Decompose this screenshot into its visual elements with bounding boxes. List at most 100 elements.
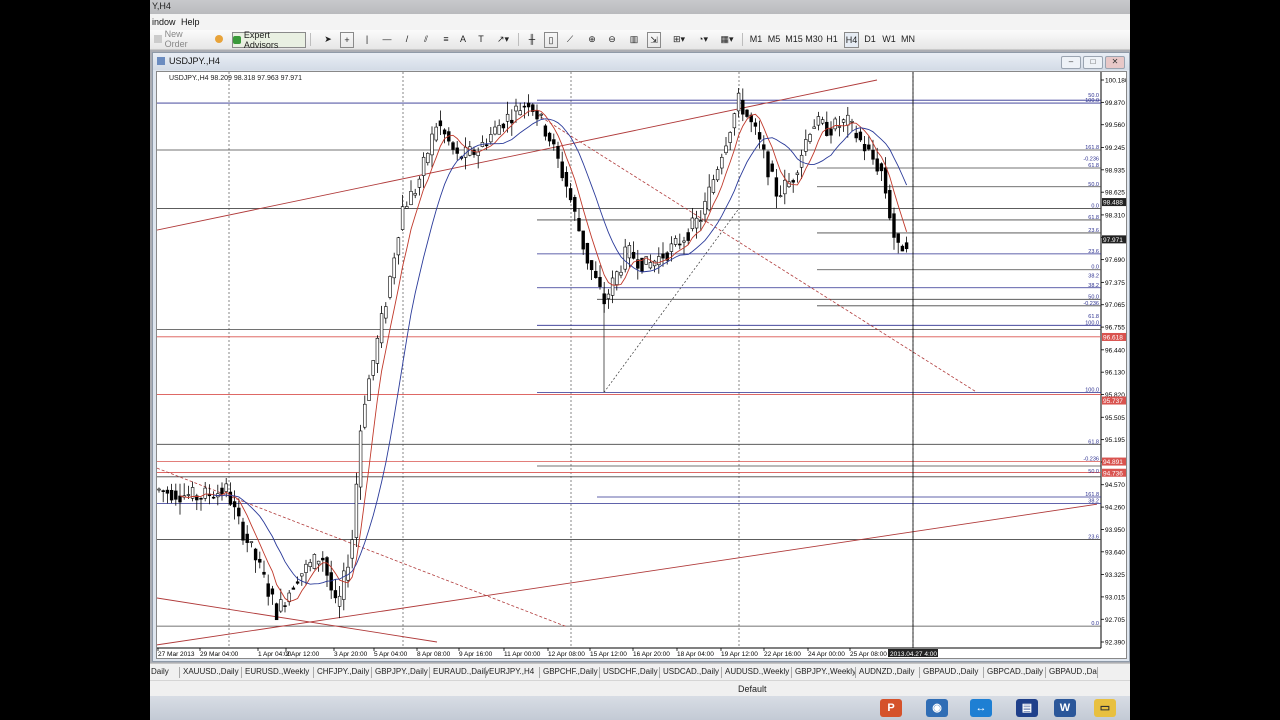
chart-canvas[interactable]: 100.180 99.870 99.560 99.245 98.935 98.625 98.… bbox=[157, 72, 1126, 658]
zoom-out-icon[interactable]: ⊖ bbox=[606, 32, 618, 46]
text-icon[interactable]: A bbox=[458, 32, 468, 46]
candle-body bbox=[774, 177, 779, 197]
tf-w1[interactable]: W1 bbox=[882, 32, 896, 46]
symbol-tab[interactable]: AUDUSD.,Weekly bbox=[725, 667, 789, 676]
menu-help[interactable]: Help bbox=[181, 17, 200, 27]
candle-body bbox=[694, 217, 699, 229]
symbol-tab[interactable]: USDCHF.,Daily bbox=[603, 667, 658, 676]
tf-m1[interactable]: M1 bbox=[750, 32, 763, 46]
periods-icon[interactable]: ◔▾ bbox=[694, 32, 712, 46]
candle-body bbox=[258, 558, 262, 563]
autoscroll-icon[interactable]: ⇲ bbox=[647, 32, 661, 48]
tf-h1[interactable]: H1 bbox=[826, 32, 838, 46]
symbol-tab[interactable]: CHFJPY.,Daily bbox=[317, 667, 369, 676]
maximize-icon[interactable]: □ bbox=[1083, 56, 1103, 69]
vertical-line-icon[interactable]: | bbox=[362, 32, 372, 46]
chrome-icon[interactable]: ◉ bbox=[926, 699, 948, 717]
symbol-tab[interactable]: XAUUSD.,Daily bbox=[183, 667, 239, 676]
new-order-button[interactable]: New Order bbox=[154, 29, 206, 49]
candle-body bbox=[850, 121, 854, 123]
candle-body bbox=[757, 132, 762, 140]
indicators-icon[interactable]: ⊞▾ bbox=[670, 32, 688, 46]
expert-advisors-button[interactable]: Expert Advisors bbox=[232, 30, 306, 50]
candle-body bbox=[795, 172, 800, 175]
price-tick-label: 99.560 bbox=[1105, 122, 1125, 129]
fibonacci-icon[interactable]: ≡ bbox=[440, 32, 452, 46]
line-chart-icon[interactable]: ⟋ bbox=[564, 32, 576, 46]
tf-m15[interactable]: M15 bbox=[785, 32, 803, 46]
symbol-tab[interactable]: GBPAUD.,Da bbox=[1049, 667, 1097, 676]
candle-body bbox=[270, 588, 275, 595]
crosshair-icon[interactable]: + bbox=[340, 32, 354, 48]
symbol-tab[interactable]: EURAUD.,Daily bbox=[433, 667, 489, 676]
templates-icon[interactable]: ▦▾ bbox=[718, 32, 736, 46]
chart-plot[interactable]: 100.180 99.870 99.560 99.245 98.935 98.625 98.… bbox=[156, 71, 1127, 659]
candle-body bbox=[417, 178, 422, 188]
candle-body bbox=[606, 293, 611, 299]
candle-body bbox=[409, 191, 413, 206]
label-icon[interactable]: T bbox=[476, 32, 486, 46]
tile-windows-icon[interactable]: ▥ bbox=[628, 32, 640, 46]
trendline-icon[interactable]: / bbox=[402, 32, 412, 46]
symbol-tab[interactable]: Daily bbox=[151, 667, 169, 676]
symbol-tab[interactable]: GBPJPY.,Weekly bbox=[795, 667, 856, 676]
powerpoint-icon[interactable]: P bbox=[880, 699, 902, 717]
tf-m30[interactable]: M30 bbox=[805, 32, 823, 46]
word-icon[interactable]: W bbox=[1054, 699, 1076, 717]
arrow-tool-icon[interactable]: ↗▾ bbox=[494, 32, 512, 46]
symbol-tab[interactable]: GBPCAD.,Daily bbox=[987, 667, 1043, 676]
candle-body bbox=[547, 132, 552, 142]
explorer-icon[interactable]: ▭ bbox=[1094, 699, 1116, 717]
price-tick-label: 92.390 bbox=[1105, 640, 1125, 647]
channel-icon[interactable]: ⫽ bbox=[420, 32, 432, 46]
symbol-tabs: Daily XAUUSD.,Daily EURUSD.,Weekly CHFJPY.,… bbox=[150, 663, 1130, 681]
horizontal-line-icon[interactable]: — bbox=[382, 32, 392, 46]
candle-body bbox=[413, 193, 417, 196]
candle-body bbox=[455, 147, 459, 154]
zoom-in-icon[interactable]: ⊕ bbox=[586, 32, 598, 46]
bar-chart-icon[interactable]: ╫ bbox=[526, 32, 538, 46]
symbol-tab[interactable]: EURUSD.,Weekly bbox=[245, 667, 309, 676]
moving-average-slow bbox=[213, 118, 908, 585]
candle-body bbox=[652, 260, 657, 267]
tf-h4[interactable]: H4 bbox=[844, 32, 859, 48]
close-icon[interactable]: ✕ bbox=[1105, 56, 1125, 69]
tf-mn[interactable]: MN bbox=[901, 32, 915, 46]
candle-body bbox=[316, 560, 321, 565]
symbol-tab[interactable]: GBPJPY.,Daily bbox=[375, 667, 428, 676]
tab-separator bbox=[429, 667, 430, 678]
candle-body bbox=[741, 99, 745, 115]
candle-body bbox=[888, 190, 892, 219]
tab-separator bbox=[313, 667, 314, 678]
teamviewer-icon[interactable]: ↔ bbox=[970, 699, 992, 717]
candle-body bbox=[396, 237, 401, 256]
candle-body bbox=[421, 156, 426, 176]
fib-level-label: 23.6 bbox=[1088, 249, 1099, 255]
candle-body bbox=[379, 313, 384, 344]
candle-body bbox=[581, 230, 585, 250]
metaeditor-icon[interactable] bbox=[214, 32, 224, 46]
tab-separator bbox=[791, 667, 792, 678]
candle-body bbox=[354, 483, 359, 538]
symbol-tab[interactable]: USDCAD.,Daily bbox=[663, 667, 719, 676]
time-tick-label: 16 Apr 20:00 bbox=[633, 651, 670, 658]
menu-window[interactable]: indow bbox=[152, 17, 176, 27]
terminal-icon[interactable]: ▤ bbox=[1016, 699, 1038, 717]
symbol-tab[interactable]: GBPAUD.,Daily bbox=[923, 667, 978, 676]
candle-body bbox=[720, 157, 724, 169]
cursor-icon[interactable]: ➤ bbox=[322, 32, 334, 46]
candlestick-icon[interactable]: ▯ bbox=[544, 32, 558, 48]
time-tick-label: 8 Apr 08:00 bbox=[417, 651, 451, 658]
candle-body bbox=[875, 158, 879, 172]
symbol-tab[interactable]: EURJPY.,H4 bbox=[489, 667, 534, 676]
candle-body bbox=[199, 497, 203, 500]
candle-body bbox=[657, 256, 661, 266]
candle-body bbox=[556, 146, 560, 159]
candle-body bbox=[745, 109, 749, 117]
tf-m5[interactable]: M5 bbox=[768, 32, 781, 46]
tf-d1[interactable]: D1 bbox=[864, 32, 876, 46]
minimize-icon[interactable]: – bbox=[1061, 56, 1081, 69]
candle-body bbox=[711, 179, 716, 193]
symbol-tab[interactable]: AUDNZD.,Daily bbox=[859, 667, 915, 676]
symbol-tab[interactable]: GBPCHF.,Daily bbox=[543, 667, 598, 676]
